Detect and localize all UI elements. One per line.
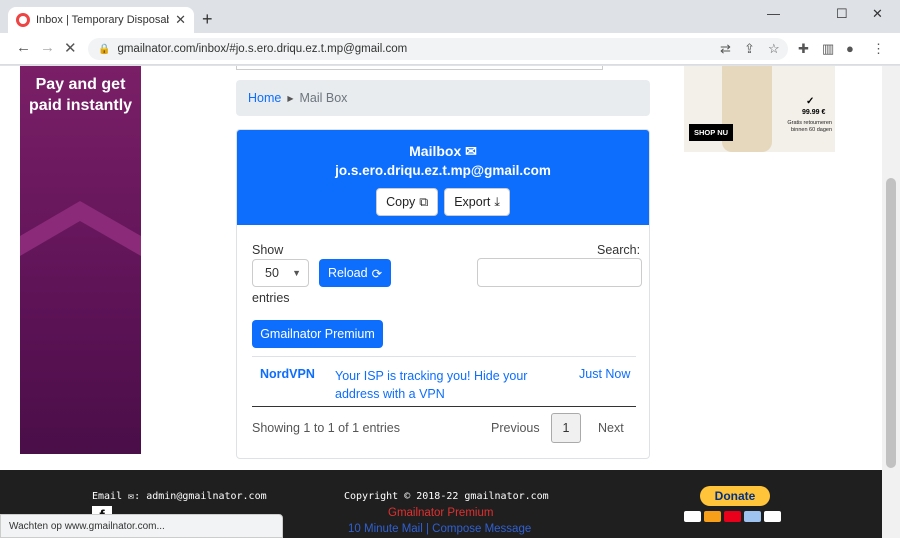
message-subject[interactable]: Your ISP is tracking you! Hide your addr… [335,367,570,403]
footer-email-value: : admin@gmailnator.com [134,491,267,502]
refresh-icon: ⟳ [371,266,383,281]
breadcrumb-current: Mail Box [299,91,348,105]
breadcrumb-home-link[interactable]: Home [248,91,281,105]
pagination-next[interactable]: Next [598,413,624,443]
footer-premium-link[interactable]: Gmailnator Premium [388,507,493,519]
nike-logo-icon: ✓ [806,96,815,107]
mailbox-title-text: Mailbox [409,143,462,159]
entries-label: entries [252,291,290,305]
forward-icon[interactable]: → [40,39,55,56]
mailbox-header: Mailbox ✉ jo.s.ero.driqu.ez.t.mp@gmail.c… [237,130,649,225]
breadcrumb-separator-icon: ▶ [287,93,294,103]
stop-loading-icon[interactable]: ✕ [64,39,77,57]
donate-button[interactable]: Donate [700,486,770,506]
profile-avatar-icon[interactable]: ● [846,41,854,56]
browser-tabstrip: Inbox | Temporary Disposable Gm ✕ + — ☐ … [0,0,900,33]
ad-price: 99.99 € [802,109,826,116]
url-text: gmailnator.com/inbox/#jo.s.ero.driqu.ez.… [117,43,408,55]
status-bar: Wachten op www.gmailnator.com... [0,514,283,538]
copy-label: Copy [386,195,416,209]
reload-button[interactable]: Reload ⟳ [319,259,391,287]
minimize-icon[interactable]: — [767,6,780,21]
search-input[interactable] [477,258,642,287]
browser-toolbar: ← → ✕ 🔒 gmailnator.com/inbox/#jo.s.ero.d… [0,33,900,65]
mailbox-email: jo.s.ero.driqu.ez.t.mp@gmail.com [335,163,551,178]
browser-tab[interactable]: Inbox | Temporary Disposable Gm ✕ [8,7,194,33]
page-viewport: Pay and get paid instantly Home ▶ Mail B… [0,66,882,538]
copy-button[interactable]: Copy ⧉ [376,188,439,216]
chevron-shape-icon [20,201,141,256]
footer-email: Email ✉: admin@gmailnator.com [92,491,267,502]
envelope-icon: ✉ [465,143,477,159]
page-scrollbar[interactable] [882,66,900,538]
search-label: Search: [597,243,641,257]
message-from[interactable]: NordVPN [260,367,315,381]
copy-icon: ⧉ [419,194,429,209]
lock-icon: 🔒 [98,43,111,55]
export-label: Export [454,195,491,209]
footer-copyright: Copyright © 2018-22 gmailnator.com [344,491,549,502]
entries-length-value: 50 [265,266,279,280]
menu-kebab-icon[interactable]: ⋮ [872,41,885,57]
top-search-edge [236,66,603,70]
pagination-page-1[interactable]: 1 [551,413,581,443]
show-label: Show [252,243,284,257]
back-icon[interactable]: ← [16,39,31,56]
ad-returns-text: Gratis retourneren binnen 60 dagen [787,120,832,133]
entries-length-select[interactable]: 50 ▼ [252,259,309,287]
pagination-previous[interactable]: Previous [491,413,540,443]
window-close-icon[interactable]: ✕ [872,6,883,22]
extensions-puzzle-icon[interactable]: ✚ [798,41,809,57]
payment-cards-icon [684,511,781,522]
footer-links[interactable]: 10 Minute Mail | Compose Message [348,523,531,535]
mailbox-actions: Copy ⧉ Export ⤓ [237,188,649,216]
address-bar[interactable]: 🔒 gmailnator.com/inbox/#jo.s.ero.driqu.e… [88,38,788,60]
share-icon[interactable]: ⇪ [744,41,755,57]
message-time[interactable]: Just Now [579,367,630,381]
bookmark-star-icon[interactable]: ☆ [768,41,780,57]
left-ad-text: Pay and get paid instantly [28,76,133,114]
mailbox-title: Mailbox ✉ [237,142,649,160]
new-tab-button[interactable]: + [202,9,213,30]
right-ad-banner[interactable]: ✓ 99.99 € Gratis retourneren binnen 60 d… [684,66,835,152]
ad-shop-button[interactable]: SHOP NU [689,124,734,141]
site-favicon-icon [16,13,30,27]
tab-close-icon[interactable]: ✕ [175,12,186,28]
footer-email-label: Email [92,491,123,502]
export-button[interactable]: Export ⤓ [444,188,510,216]
table-row[interactable]: NordVPN Your ISP is tracking you! Hide y… [252,356,636,407]
mailbox-card: Mailbox ✉ jo.s.ero.driqu.ez.t.mp@gmail.c… [236,129,650,459]
premium-button[interactable]: Gmailnator Premium [252,320,383,348]
download-icon: ⤓ [494,194,500,209]
breadcrumb: Home ▶ Mail Box [236,80,650,116]
maximize-icon[interactable]: ☐ [836,6,848,22]
chevron-down-icon: ▼ [292,268,301,278]
left-ad-banner[interactable]: Pay and get paid instantly [20,66,141,454]
tab-title: Inbox | Temporary Disposable Gm [36,14,169,26]
translate-icon[interactable]: ⇄ [720,41,731,57]
side-panel-icon[interactable]: ▥ [822,41,834,57]
pagination-info: Showing 1 to 1 of 1 entries [252,421,401,435]
scrollbar-thumb[interactable] [886,178,896,468]
reload-label: Reload [327,266,368,280]
